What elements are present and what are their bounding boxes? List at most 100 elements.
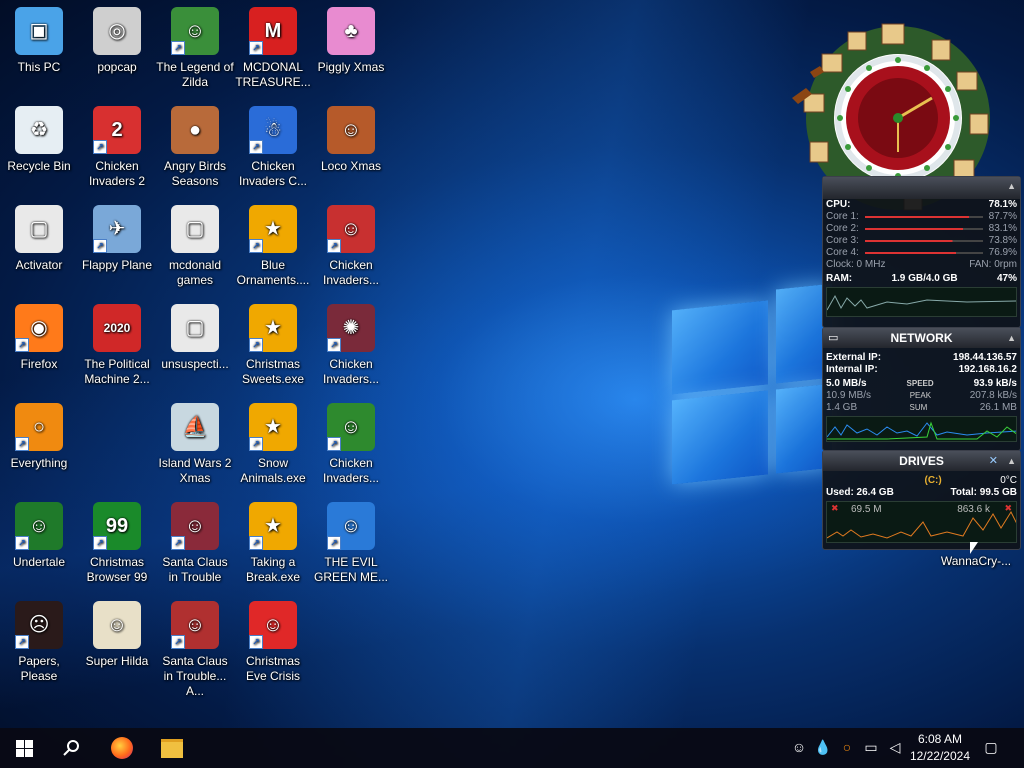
desktop-icon[interactable]: ★ ↗ Blue Ornaments.... [234,200,312,288]
icon-label: Super Hilda [85,654,149,668]
desktop-icon[interactable]: ◎ popcap [78,2,156,75]
collapse-icon[interactable]: ▲ [1007,451,1016,471]
shortcut-arrow-icon: ↗ [327,338,341,352]
network-graph [826,416,1017,442]
app-icon: ☃ ↗ [249,106,297,154]
app-icon: M ↗ [249,7,297,55]
icon-label: Everything [10,456,68,470]
core-bar [864,216,983,218]
icon-label: Chicken Invaders... [322,357,380,386]
desktop-icon[interactable]: ☃ ↗ Chicken Invaders C... [234,101,312,189]
core-row: Core 3: 73.8% [823,235,1020,247]
desktop-icon[interactable]: ⛵ Island Wars 2 Xmas [156,398,234,486]
mouse-cursor-icon [970,542,978,554]
icon-label: popcap [97,60,137,74]
desktop-icon[interactable]: ♻ Recycle Bin [0,101,78,174]
desktop-icon[interactable]: ☺ ↗ The Legend of Zilda [156,2,234,90]
core-label: Core 2: [826,223,859,234]
desktop-icon[interactable]: ★ ↗ Christmas Sweets.exe [234,299,312,387]
desktop-icon[interactable]: ▢ unsuspecti... [156,299,234,372]
app-icon: ◎ [93,7,141,55]
app-icon: 2 ↗ [93,106,141,154]
speed-down: 5.0 MB/s [826,378,867,389]
drop-icon[interactable]: 💧 [814,738,832,756]
cpu-gadget[interactable]: ▲ CPU: 78.1% Core 1: 87.7% Core 2: 83.1% Core… [822,176,1021,328]
volume-icon[interactable]: ◁ [886,738,904,756]
icon-label: THE EVIL GREEN ME... [313,555,388,584]
desktop-icon[interactable]: 2 ↗ Chicken Invaders 2 [78,101,156,189]
desktop-icon[interactable]: ★ ↗ Snow Animals.exe [234,398,312,486]
shortcut-arrow-icon: ↗ [15,635,29,649]
app-icon: ✺ ↗ [327,304,375,352]
taskbar: ☺ 💧 ○ ▭ ◁ 6:08 AM 12/22/2024 ▢ [0,728,1024,768]
search-button[interactable] [52,728,92,768]
desktop-icon[interactable]: ▢ Activator [0,200,78,273]
desktop-icon[interactable]: ▣ This PC [0,2,78,75]
ram-label: RAM: [826,273,853,284]
app-icon: ☺ ↗ [171,7,219,55]
app-icon: ▢ [15,205,63,253]
notifications-icon[interactable]: ▢ [982,738,1000,756]
desktop-icon[interactable]: ☹ ↗ Papers, Please [0,596,78,684]
app-icon: ★ ↗ [249,403,297,451]
taskbar-firefox[interactable] [102,728,142,768]
taskbar-clock[interactable]: 6:08 AM 12/22/2024 [910,731,970,765]
desktop-icon[interactable]: ☺ ↗ Chicken Invaders... [312,200,390,288]
icon-label: Papers, Please [18,654,60,683]
core-bar [864,252,983,254]
desktop-icon[interactable]: M ↗ MCDONAL TREASURE... [234,2,312,90]
app-icon: 99 ↗ [93,502,141,550]
speed-up: 93.9 kB/s [973,378,1017,389]
read-icon: ✖ [831,503,839,513]
network-icon[interactable]: ▭ [862,738,880,756]
desktop-icon[interactable]: ▢ mcdonald games [156,200,234,288]
everything-tray-icon[interactable]: ○ [838,738,856,756]
internal-ip-label: Internal IP: [826,364,878,375]
desktop-icon[interactable]: ♣ Piggly Xmas [312,2,390,75]
core-bar [864,240,983,242]
settings-icon[interactable]: ✕ [989,451,998,471]
app-icon: ☺ ↗ [15,502,63,550]
collapse-icon[interactable]: ▲ [1007,328,1016,348]
desktop-icon[interactable]: ○ ↗ Everything [0,398,78,471]
app-icon: 2020 [93,304,141,352]
desktop-icon[interactable]: 2020 The Political Machine 2... [78,299,156,387]
icon-label: Undertale [12,555,66,569]
desktop-icon[interactable]: ☺ ↗ Christmas Eve Crisis [234,596,312,684]
drives-gadget[interactable]: DRIVES ✕ ▲ (C:) 0°C Used: 26.4 GB Total: 99.… [822,450,1021,550]
app-icon: ✈ ↗ [93,205,141,253]
network-gadget[interactable]: ▭ NETWORK ▲ External IP: 198.44.136.57 Inte… [822,327,1021,451]
desktop-icon[interactable]: ◉ ↗ Firefox [0,299,78,372]
cpu-total: 78.1% [988,199,1017,210]
shortcut-arrow-icon: ↗ [249,635,263,649]
desktop-icon[interactable]: ✺ ↗ Chicken Invaders... [312,299,390,387]
start-button[interactable] [4,728,44,768]
desktop-icon[interactable]: ☺ ↗ THE EVIL GREEN ME... [312,497,390,585]
desktop-icon[interactable]: 99 ↗ Christmas Browser 99 [78,497,156,585]
core-list: Core 1: 87.7% Core 2: 83.1% Core 3: 73.8% Core… [823,211,1020,259]
app-icon: ★ ↗ [249,304,297,352]
desktop-icon[interactable]: ✈ ↗ Flappy Plane [78,200,156,273]
desktop-icon[interactable]: ☺ Super Hilda [78,596,156,669]
taskbar-file-explorer[interactable] [152,728,192,768]
desktop-icon[interactable]: ☺ ↗ Chicken Invaders... [312,398,390,486]
internal-ip: 192.168.16.2 [958,364,1017,375]
icon-label: mcdonald games [168,258,222,287]
people-icon[interactable]: ☺ [790,738,808,756]
shortcut-arrow-icon: ↗ [93,239,107,253]
collapse-icon[interactable]: ▲ [1007,181,1016,191]
icon-label: Piggly Xmas [317,60,385,74]
drives-title: DRIVES [899,454,944,468]
shortcut-arrow-icon: ↗ [93,536,107,550]
desktop-icon[interactable]: ☺ ↗ Undertale [0,497,78,570]
icon-label: Blue Ornaments.... [236,258,310,287]
desktop-icon[interactable]: ☺ ↗ Santa Claus in Trouble [156,497,234,585]
desktop-icon[interactable]: ★ ↗ Taking a Break.exe [234,497,312,585]
app-icon: ● [171,106,219,154]
drive-read: 69.5 M [851,504,882,515]
desktop-icon[interactable]: ● Angry Birds Seasons [156,101,234,189]
core-value: 76.9% [988,247,1017,258]
desktop-icon[interactable]: ☺ ↗ Santa Claus in Trouble... A... [156,596,234,699]
shortcut-arrow-icon: ↗ [15,437,29,451]
desktop-icon[interactable]: ☺ Loco Xmas [312,101,390,174]
